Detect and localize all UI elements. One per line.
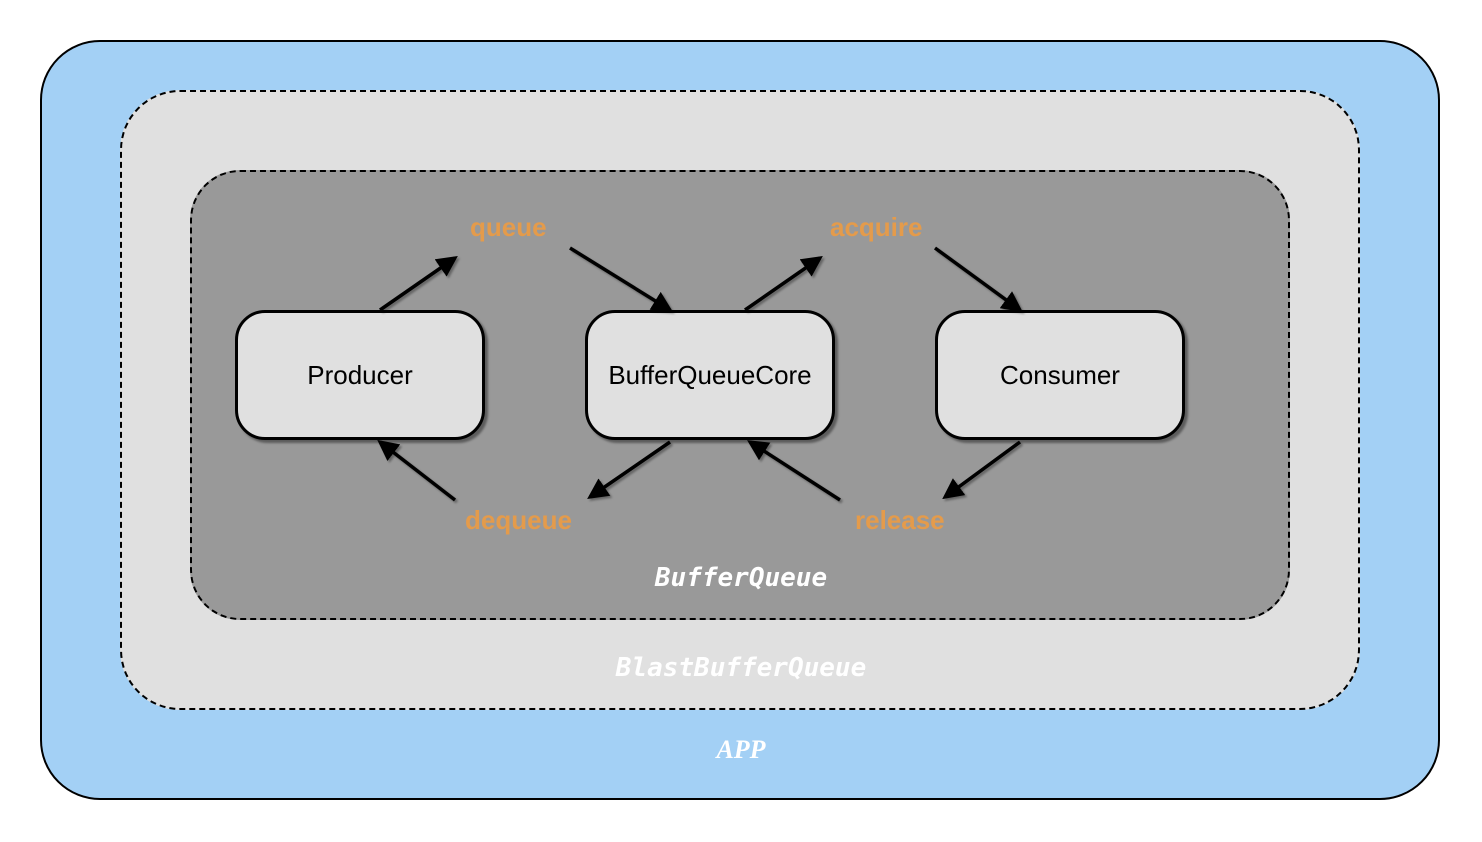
acquire-label: acquire: [830, 212, 923, 243]
app-layer-label: APP: [716, 735, 765, 765]
core-node: BufferQueueCore: [585, 310, 835, 440]
queue-label: queue: [470, 212, 547, 243]
blast-buffer-queue-layer-label: BlastBufferQueue: [616, 653, 866, 683]
consumer-label: Consumer: [1000, 360, 1120, 391]
buffer-queue-layer-label: BufferQueue: [655, 563, 827, 593]
core-label: BufferQueueCore: [608, 360, 811, 391]
producer-node: Producer: [235, 310, 485, 440]
consumer-node: Consumer: [935, 310, 1185, 440]
release-label: release: [855, 505, 945, 536]
dequeue-label: dequeue: [465, 505, 572, 536]
producer-label: Producer: [307, 360, 413, 391]
